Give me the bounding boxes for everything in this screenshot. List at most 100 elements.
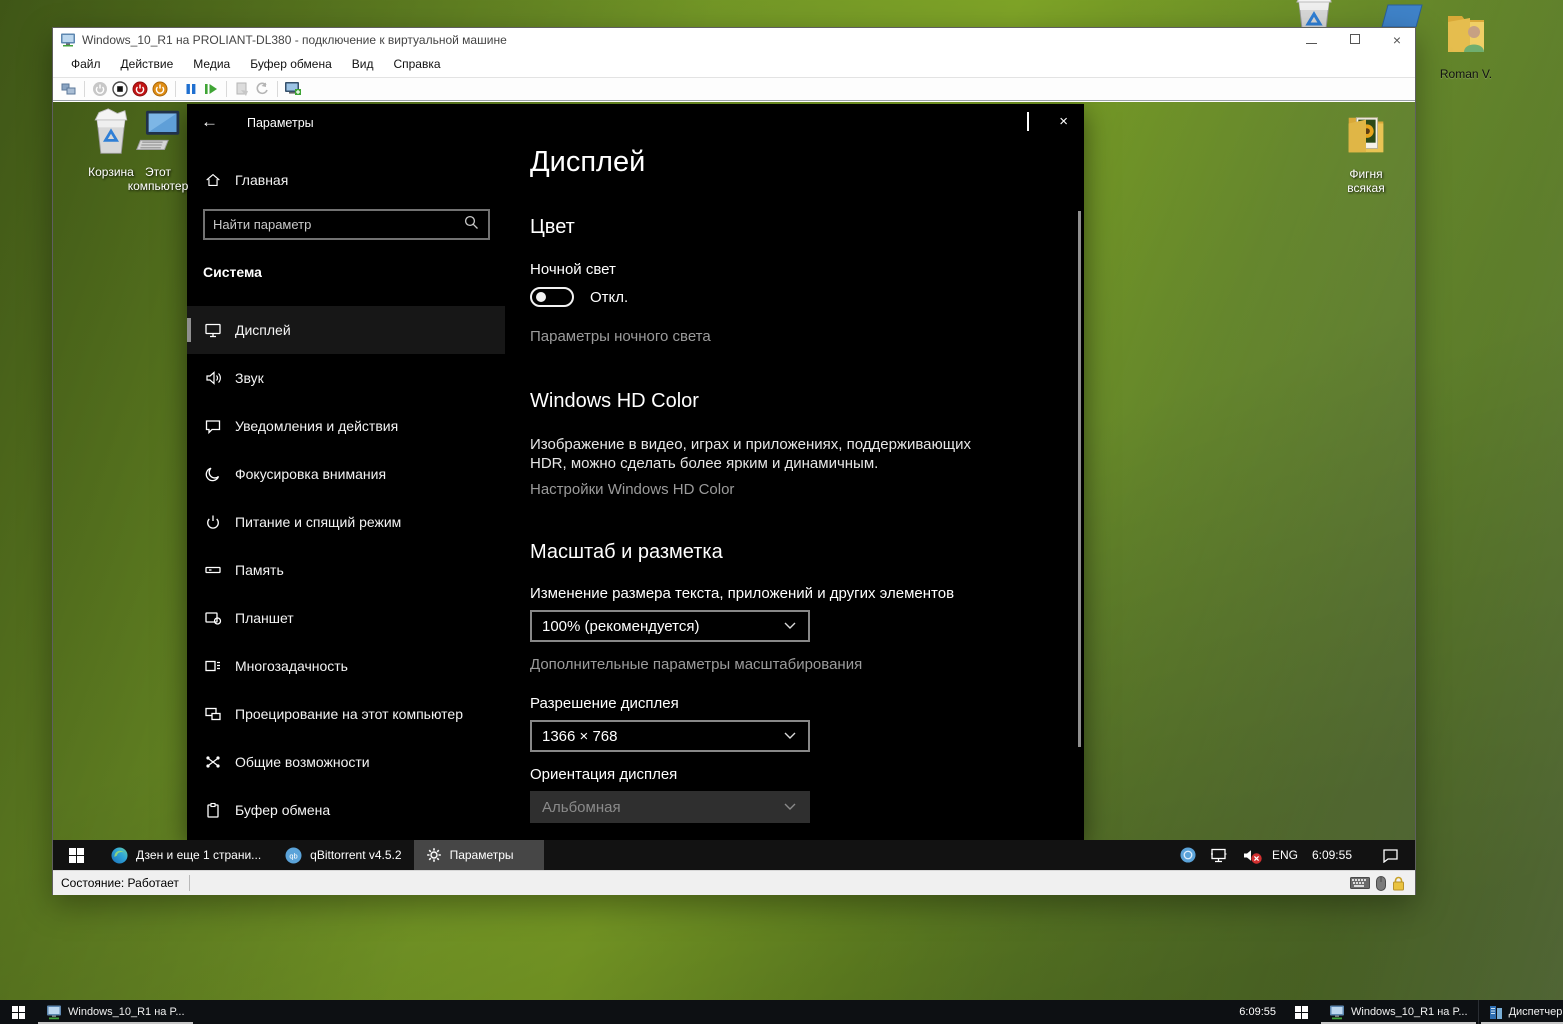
settings-scrollbar[interactable]: [1078, 211, 1081, 747]
vm-connect-icon: [1329, 1005, 1345, 1020]
volume-muted-icon[interactable]: [1242, 848, 1258, 863]
vm-statusbar: Состояние: Работает: [53, 870, 1415, 895]
pause-vm-button[interactable]: [181, 80, 201, 98]
menu-clipboard[interactable]: Буфер обмена: [240, 52, 342, 76]
scale-dropdown[interactable]: 100% (рекомендуется): [530, 610, 810, 642]
sidebar-section-title: Система: [203, 264, 262, 280]
desktop-icon-label: Фигня всякая: [1333, 167, 1399, 195]
power-icon: [203, 512, 223, 532]
checkpoint-button[interactable]: [232, 80, 252, 98]
search-input[interactable]: [205, 217, 464, 232]
menu-action[interactable]: Действие: [111, 52, 184, 76]
sidebar-item-shared-experiences[interactable]: Общие возможности: [187, 738, 505, 786]
enhanced-session-button[interactable]: [283, 80, 303, 98]
qbittorrent-tray-icon[interactable]: [1180, 847, 1196, 863]
display-icon: [203, 320, 223, 340]
turn-off-vm-button[interactable]: [110, 80, 130, 98]
settings-maximize-button[interactable]: [1027, 113, 1029, 131]
host-start-button-2[interactable]: [1283, 1000, 1319, 1024]
sidebar-item-tablet[interactable]: Планшет: [187, 594, 505, 642]
host-task-hyperv-manager[interactable]: Диспетчер: [1479, 1000, 1563, 1024]
blue-folder-icon: [1378, 3, 1424, 27]
sidebar-item-notifications[interactable]: Уведомления и действия: [187, 402, 505, 450]
power-red-icon: [132, 81, 148, 97]
night-light-label: Ночной свет: [530, 261, 616, 278]
network-icon[interactable]: [1210, 848, 1228, 863]
orientation-dropdown[interactable]: Альбомная: [530, 791, 810, 823]
host-user-folder-icon[interactable]: Roman V.: [1430, 8, 1502, 81]
chevron-down-icon: [784, 798, 796, 816]
sound-icon: [203, 368, 223, 388]
pictures-folder-icon: [1341, 110, 1391, 160]
storage-icon: [203, 560, 223, 580]
host-start-button[interactable]: [0, 1000, 36, 1024]
menu-help[interactable]: Справка: [383, 52, 450, 76]
host-task-vm-window[interactable]: Windows_10_R1 на P...: [36, 1000, 195, 1024]
menu-media[interactable]: Медиа: [183, 52, 240, 76]
moon-icon: [203, 464, 223, 484]
revert-icon: [255, 82, 269, 96]
vm-close-button[interactable]: ×: [1393, 35, 1401, 45]
pause-icon: [185, 83, 197, 95]
sidebar-item-power-sleep[interactable]: Питание и спящий режим: [187, 498, 505, 546]
vm-maximize-button[interactable]: [1350, 31, 1360, 49]
revert-button[interactable]: [252, 80, 272, 98]
language-indicator[interactable]: ENG: [1272, 848, 1298, 862]
sidebar-item-sound[interactable]: Звук: [187, 354, 505, 402]
ctrl-alt-del-button[interactable]: [59, 80, 79, 98]
notifications-icon: [203, 416, 223, 436]
start-vm-button[interactable]: [90, 80, 110, 98]
svg-text:qb: qb: [290, 851, 298, 860]
shut-down-vm-button[interactable]: [130, 80, 150, 98]
save-vm-button[interactable]: [150, 80, 170, 98]
night-light-settings-link[interactable]: Параметры ночного света: [530, 328, 711, 345]
host-folder-icon[interactable]: [1378, 3, 1424, 27]
taskbar-task-settings[interactable]: Параметры: [414, 840, 544, 870]
host-task-vm-window-2[interactable]: Windows_10_R1 на P...: [1319, 1000, 1478, 1024]
vm-window-title: Windows_10_R1 на PROLIANT-DL380 - подклю…: [82, 33, 507, 47]
action-center-icon[interactable]: [1382, 848, 1399, 863]
enhanced-session-icon: [284, 81, 302, 97]
night-light-toggle[interactable]: [530, 287, 574, 307]
resolution-dropdown[interactable]: 1366 × 768: [530, 720, 810, 752]
search-icon[interactable]: [464, 215, 479, 235]
settings-sidebar: ← Параметры Главная Систем: [187, 104, 505, 840]
host-clock[interactable]: 6:09:55: [1239, 1000, 1276, 1024]
hdr-description-line2: HDR, можно сделать более ярким и динамич…: [530, 454, 878, 473]
settings-main: × Дисплей Цвет Ночной свет Откл. Парамет…: [505, 104, 1084, 840]
home-icon: [203, 170, 223, 190]
sidebar-item-storage[interactable]: Память: [187, 546, 505, 594]
page-title: Дисплей: [530, 146, 645, 179]
edge-icon: [111, 847, 128, 864]
menu-view[interactable]: Вид: [342, 52, 384, 76]
resume-vm-button[interactable]: [201, 80, 221, 98]
taskbar-task-edge[interactable]: Дзен и еще 1 страни...: [99, 840, 273, 870]
sidebar-item-multitasking[interactable]: Многозадачность: [187, 642, 505, 690]
sidebar-item-display[interactable]: Дисплей: [187, 306, 505, 354]
multitasking-icon: [203, 656, 223, 676]
vm-start-button[interactable]: [53, 840, 99, 870]
vm-this-pc[interactable]: Этот компьютер: [125, 106, 191, 193]
sidebar-item-projecting[interactable]: Проецирование на этот компьютер: [187, 690, 505, 738]
taskbar-task-qbittorrent[interactable]: qb qBittorrent v4.5.2: [273, 840, 413, 870]
menu-file[interactable]: Файл: [61, 52, 111, 76]
color-section-header: Цвет: [530, 216, 575, 239]
tablet-icon: [203, 608, 223, 628]
vm-minimize-button[interactable]: [1306, 31, 1317, 49]
orientation-label: Ориентация дисплея: [530, 766, 677, 783]
windows-logo-icon: [1295, 1006, 1308, 1019]
clipboard-icon: [203, 800, 223, 820]
stop-icon: [112, 81, 128, 97]
sidebar-item-clipboard[interactable]: Буфер обмена: [187, 786, 505, 834]
vm-stuff-folder[interactable]: Фигня всякая: [1333, 110, 1399, 195]
chevron-down-icon: [784, 727, 796, 745]
sidebar-item-home[interactable]: Главная: [187, 160, 505, 200]
settings-close-button[interactable]: ×: [1059, 116, 1068, 128]
advanced-scaling-link[interactable]: Дополнительные параметры масштабирования: [530, 656, 862, 673]
hdr-settings-link[interactable]: Настройки Windows HD Color: [530, 481, 734, 498]
vm-window-titlebar[interactable]: Windows_10_R1 на PROLIANT-DL380 - подклю…: [53, 28, 1415, 51]
settings-window: ← Параметры Главная Систем: [187, 104, 1084, 840]
vm-clock[interactable]: 6:09:55: [1312, 848, 1352, 862]
sidebar-item-focus-assist[interactable]: Фокусировка внимания: [187, 450, 505, 498]
back-icon[interactable]: ←: [201, 112, 218, 132]
